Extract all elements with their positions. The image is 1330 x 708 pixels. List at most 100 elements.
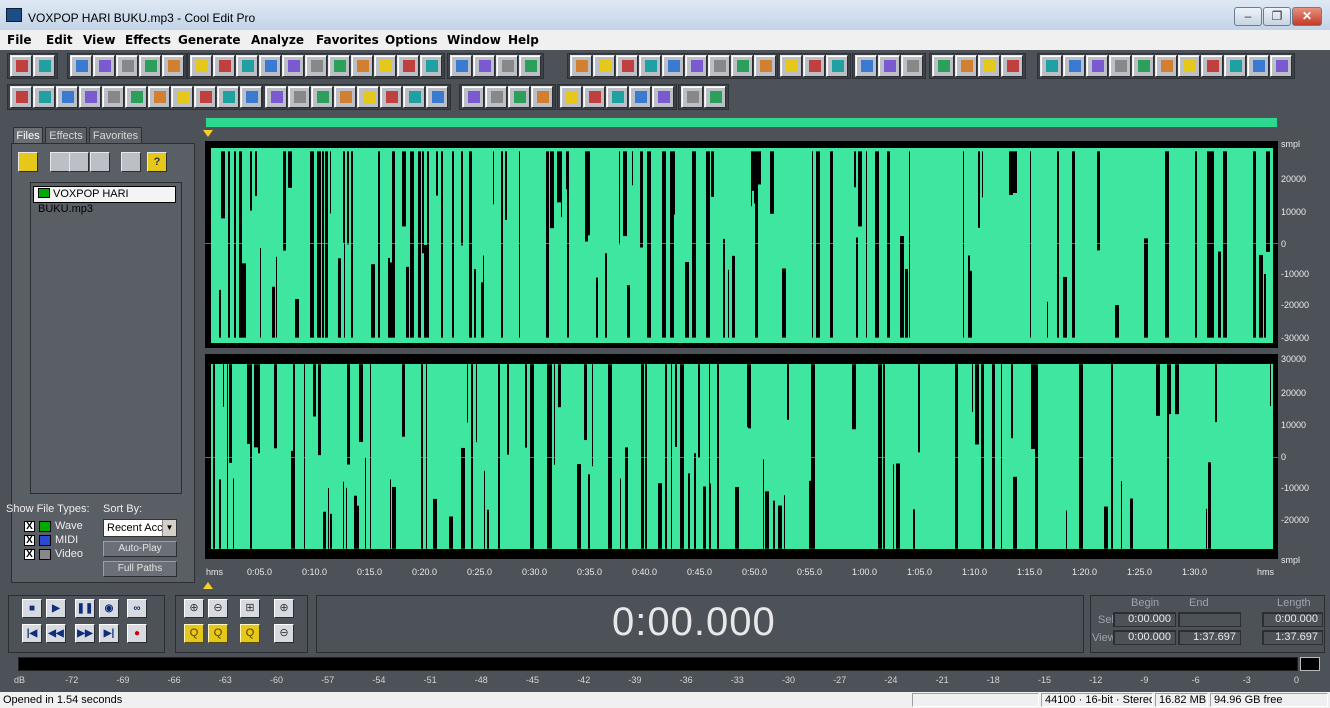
toolbar2-button-27[interactable] [629, 86, 651, 108]
pause-button[interactable]: ❚❚ [75, 599, 95, 618]
rewind-button[interactable]: ◀◀ [46, 624, 66, 643]
toolbar1-button-32[interactable] [780, 55, 802, 77]
toolbar1-button-17[interactable] [397, 55, 419, 77]
go-to-start-button[interactable]: |◀ [22, 624, 42, 643]
toolbar1-button-10[interactable] [236, 55, 258, 77]
menu-window[interactable]: Window [447, 33, 501, 47]
toolbar2-button-10[interactable] [217, 86, 239, 108]
toolbar2-button-14[interactable] [311, 86, 333, 108]
toolbar2-button-21[interactable] [485, 86, 507, 108]
toolbar1-button-20[interactable] [473, 55, 495, 77]
video-checkbox[interactable]: X [24, 549, 35, 560]
toolbar1-button-18[interactable] [420, 55, 442, 77]
toolbar2-button-30[interactable] [704, 86, 726, 108]
toolbar1-button-25[interactable] [616, 55, 638, 77]
menu-generate[interactable]: Generate [178, 33, 241, 47]
toolbar2-button-24[interactable] [560, 86, 582, 108]
zoom-out-vertical-icon[interactable]: ⊖ [274, 624, 294, 643]
toolbar1-button-47[interactable] [1155, 55, 1177, 77]
file-info-icon[interactable] [121, 152, 141, 172]
midi-checkbox[interactable]: X [24, 535, 35, 546]
toolbar1-button-52[interactable] [1270, 55, 1292, 77]
toolbar1-button-26[interactable] [639, 55, 661, 77]
loop-button[interactable]: ∞ [127, 599, 147, 618]
menu-edit[interactable]: Edit [46, 33, 73, 47]
file-list-item[interactable]: VOXPOP HARI BUKU.mp3 [33, 186, 176, 215]
toolbar1-button-38[interactable] [932, 55, 954, 77]
toolbar2-button-28[interactable] [652, 86, 674, 108]
toolbar1-button-44[interactable] [1086, 55, 1108, 77]
overview-bar[interactable] [205, 117, 1278, 128]
toolbar1-button-29[interactable] [708, 55, 730, 77]
toolbar2-button-23[interactable] [531, 86, 553, 108]
toolbar1-button-14[interactable] [328, 55, 350, 77]
full-paths-button[interactable]: Full Paths [103, 561, 177, 577]
help-icon[interactable]: ? [147, 152, 167, 172]
toolbar2-button-17[interactable] [380, 86, 402, 108]
toolbar1-button-3[interactable] [70, 55, 92, 77]
toolbar1-button-45[interactable] [1109, 55, 1131, 77]
tab-effects[interactable]: Effects [45, 127, 87, 143]
auto-play-button[interactable]: Auto-Play [103, 541, 177, 557]
toolbar1-button-41[interactable] [1001, 55, 1023, 77]
sel-end-field[interactable] [1178, 612, 1241, 627]
toolbar1-button-37[interactable] [901, 55, 923, 77]
toolbar1-button-4[interactable] [93, 55, 115, 77]
restore-button[interactable]: ❐ [1263, 7, 1291, 26]
toolbar2-button-22[interactable] [508, 86, 530, 108]
toolbar2-button-2[interactable] [33, 86, 55, 108]
close-file-icon[interactable] [50, 152, 70, 172]
tab-files[interactable]: Files [13, 127, 43, 143]
open-file-icon[interactable] [18, 152, 38, 172]
view-end-field[interactable]: 1:37.697 [1178, 630, 1241, 645]
toolbar2-button-26[interactable] [606, 86, 628, 108]
play-to-end-button[interactable]: ◉ [99, 599, 119, 618]
insert-file-icon[interactable] [69, 152, 89, 172]
toolbar1-button-7[interactable] [162, 55, 184, 77]
play-button[interactable]: ▶ [46, 599, 66, 618]
stop-button[interactable]: ■ [22, 599, 42, 618]
toolbar1-button-8[interactable] [190, 55, 212, 77]
menu-effects[interactable]: Effects [125, 33, 171, 47]
toolbar1-button-51[interactable] [1247, 55, 1269, 77]
toolbar2-button-25[interactable] [583, 86, 605, 108]
menu-favorites[interactable]: Favorites [316, 33, 379, 47]
view-length-field[interactable]: 1:37.697 [1262, 630, 1323, 645]
toolbar1-button-43[interactable] [1063, 55, 1085, 77]
toolbar1-button-16[interactable] [374, 55, 396, 77]
toolbar2-button-12[interactable] [265, 86, 287, 108]
sel-length-field[interactable]: 0:00.000 [1262, 612, 1323, 627]
start-marker-icon[interactable] [203, 130, 213, 137]
clip-indicator[interactable] [1300, 657, 1320, 671]
toolbar1-button-22[interactable] [519, 55, 541, 77]
toolbar1-button-36[interactable] [878, 55, 900, 77]
menu-analyze[interactable]: Analyze [251, 33, 304, 47]
fast-forward-button[interactable]: ▶▶ [75, 624, 95, 643]
toolbar2-button-29[interactable] [681, 86, 703, 108]
zoom-right-icon[interactable]: Q [208, 624, 228, 643]
menu-file[interactable]: File [7, 33, 32, 47]
toolbar2-button-3[interactable] [56, 86, 78, 108]
toolbar2-button-11[interactable] [240, 86, 262, 108]
close-button[interactable]: ✕ [1292, 7, 1322, 26]
toolbar2-button-9[interactable] [194, 86, 216, 108]
toolbar2-button-6[interactable] [125, 86, 147, 108]
toolbar1-button-31[interactable] [754, 55, 776, 77]
zoom-out-icon[interactable]: ⊖ [208, 599, 228, 618]
sort-by-select[interactable]: Recent Acc ▼ [103, 519, 177, 537]
toolbar1-button-19[interactable] [450, 55, 472, 77]
zoom-in-vertical-icon[interactable]: ⊕ [274, 599, 294, 618]
toolbar1-button-1[interactable] [10, 55, 32, 77]
tab-favorites[interactable]: Favorites [89, 127, 142, 143]
menu-view[interactable]: View [83, 33, 115, 47]
toolbar1-button-2[interactable] [33, 55, 55, 77]
toolbar1-button-5[interactable] [116, 55, 138, 77]
toolbar1-button-6[interactable] [139, 55, 161, 77]
toolbar1-button-34[interactable] [826, 55, 848, 77]
waveform-channel-left[interactable] [205, 141, 1278, 348]
toolbar2-button-18[interactable] [403, 86, 425, 108]
toolbar1-button-30[interactable] [731, 55, 753, 77]
toolbar1-button-46[interactable] [1132, 55, 1154, 77]
toolbar1-button-27[interactable] [662, 55, 684, 77]
toolbar1-button-49[interactable] [1201, 55, 1223, 77]
